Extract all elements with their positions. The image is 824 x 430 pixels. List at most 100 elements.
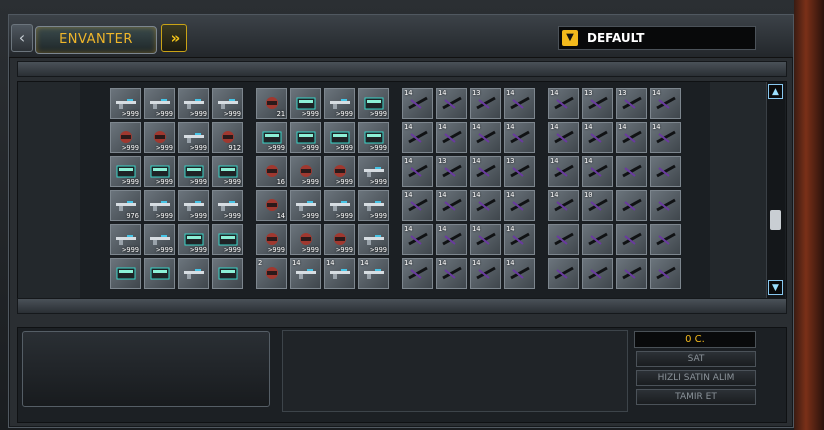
inventory-slot[interactable]: >999 [324, 224, 355, 255]
inventory-slot[interactable]: >999 [178, 88, 209, 119]
inventory-slot[interactable]: 14 [650, 122, 681, 153]
inventory-slot[interactable]: >999 [144, 156, 175, 187]
inventory-slot[interactable]: 14 [470, 190, 501, 221]
inventory-slot[interactable]: 21 [256, 88, 287, 119]
inventory-slot[interactable]: 14 [436, 258, 467, 289]
inventory-slot[interactable] [178, 258, 209, 289]
scroll-up-button[interactable]: ▲ [768, 84, 783, 99]
inventory-slot[interactable] [616, 190, 647, 221]
scroll-down-button[interactable]: ▼ [768, 280, 783, 295]
inventory-slot[interactable]: >999 [178, 190, 209, 221]
inventory-slot[interactable]: >999 [358, 122, 389, 153]
inventory-slot[interactable]: 14 [402, 156, 433, 187]
inventory-slot[interactable]: >999 [110, 122, 141, 153]
inventory-slot[interactable]: >999 [178, 224, 209, 255]
inventory-slot[interactable]: 14 [436, 88, 467, 119]
inventory-slot[interactable]: 14 [548, 88, 579, 119]
inventory-slot[interactable]: 13 [504, 156, 535, 187]
inventory-slot[interactable] [548, 224, 579, 255]
inventory-slot[interactable] [650, 190, 681, 221]
inventory-slot[interactable]: 976 [110, 190, 141, 221]
inventory-slot[interactable]: 14 [548, 122, 579, 153]
inventory-slot[interactable]: 14 [582, 156, 613, 187]
inventory-slot[interactable] [548, 258, 579, 289]
inventory-slot[interactable]: >999 [256, 122, 287, 153]
inventory-slot[interactable] [110, 258, 141, 289]
inventory-slot[interactable]: 14 [650, 88, 681, 119]
inventory-slot[interactable]: 14 [504, 88, 535, 119]
inventory-slot[interactable]: 14 [470, 224, 501, 255]
inventory-slot[interactable]: >999 [178, 122, 209, 153]
repair-button[interactable]: TAMIR ET [636, 389, 756, 405]
sell-button[interactable]: SAT [636, 351, 756, 367]
inventory-slot[interactable]: >999 [290, 190, 321, 221]
inventory-slot[interactable]: >999 [110, 224, 141, 255]
inventory-slot[interactable]: >999 [144, 88, 175, 119]
inventory-slot[interactable]: >999 [178, 156, 209, 187]
inventory-slot[interactable]: 14 [324, 258, 355, 289]
inventory-slot[interactable] [582, 258, 613, 289]
inventory-slot[interactable]: >999 [256, 224, 287, 255]
inventory-slot[interactable]: 14 [402, 224, 433, 255]
inventory-slot[interactable] [616, 258, 647, 289]
inventory-slot[interactable]: 14 [470, 156, 501, 187]
inventory-slot[interactable]: 14 [436, 224, 467, 255]
inventory-slot[interactable] [650, 224, 681, 255]
inventory-slot[interactable]: 14 [290, 258, 321, 289]
inventory-slot[interactable]: 14 [402, 190, 433, 221]
inventory-slot[interactable]: 14 [436, 122, 467, 153]
inventory-slot[interactable]: 14 [582, 122, 613, 153]
inventory-slot[interactable]: 14 [256, 190, 287, 221]
prev-tab-button[interactable]: ‹ [11, 24, 33, 52]
inventory-slot[interactable]: >999 [144, 122, 175, 153]
inventory-slot[interactable]: 14 [504, 224, 535, 255]
dropdown-arrow-icon[interactable]: ▼ [562, 30, 578, 46]
inventory-slot[interactable]: >999 [324, 122, 355, 153]
inventory-slot[interactable]: 14 [616, 122, 647, 153]
inventory-slot[interactable] [650, 156, 681, 187]
next-tab-button[interactable]: » [161, 24, 187, 52]
inventory-slot[interactable] [212, 258, 243, 289]
inventory-slot[interactable]: >999 [290, 122, 321, 153]
inventory-slot[interactable]: 14 [402, 122, 433, 153]
inventory-slot[interactable]: 14 [548, 156, 579, 187]
inventory-slot[interactable]: >999 [324, 88, 355, 119]
preset-dropdown[interactable]: ▼ DEFAULT [558, 26, 756, 50]
inventory-slot[interactable]: 16 [256, 156, 287, 187]
inventory-slot[interactable]: 14 [358, 258, 389, 289]
inventory-slot[interactable] [582, 224, 613, 255]
inventory-slot[interactable]: 14 [402, 88, 433, 119]
inventory-slot[interactable]: >999 [290, 88, 321, 119]
inventory-slot[interactable] [650, 258, 681, 289]
inventory-slot[interactable] [616, 224, 647, 255]
scroll-thumb[interactable] [770, 210, 781, 230]
inventory-slot[interactable]: >999 [110, 88, 141, 119]
inventory-slot[interactable]: >999 [324, 156, 355, 187]
inventory-slot[interactable]: >999 [212, 88, 243, 119]
inventory-slot[interactable]: >999 [358, 224, 389, 255]
inventory-slot[interactable]: >999 [290, 156, 321, 187]
inventory-slot[interactable]: >999 [212, 224, 243, 255]
inventory-slot[interactable]: >999 [358, 88, 389, 119]
inventory-slot[interactable]: 14 [504, 258, 535, 289]
inventory-slot[interactable]: >999 [144, 190, 175, 221]
inventory-slot[interactable]: >999 [144, 224, 175, 255]
inventory-slot[interactable]: 13 [436, 156, 467, 187]
inventory-slot[interactable]: 14 [402, 258, 433, 289]
inventory-slot[interactable]: 10 [582, 190, 613, 221]
inventory-slot[interactable]: >999 [110, 156, 141, 187]
inventory-slot[interactable]: 14 [470, 122, 501, 153]
inventory-slot[interactable]: 14 [548, 190, 579, 221]
inventory-slot[interactable]: >999 [212, 156, 243, 187]
inventory-slot[interactable]: 13 [470, 88, 501, 119]
quick-buy-button[interactable]: HIZLI SATIN ALIM [636, 370, 756, 386]
inventory-slot[interactable]: 14 [436, 190, 467, 221]
inventory-slot[interactable]: 14 [504, 122, 535, 153]
inventory-slot[interactable]: 2 [256, 258, 287, 289]
inventory-slot[interactable]: >999 [358, 190, 389, 221]
inventory-slot[interactable]: >999 [358, 156, 389, 187]
inventory-slot[interactable]: 14 [470, 258, 501, 289]
inventory-title-tab[interactable]: ENVANTER [35, 26, 157, 54]
inventory-slot[interactable]: 13 [616, 88, 647, 119]
inventory-slot[interactable]: 912 [212, 122, 243, 153]
